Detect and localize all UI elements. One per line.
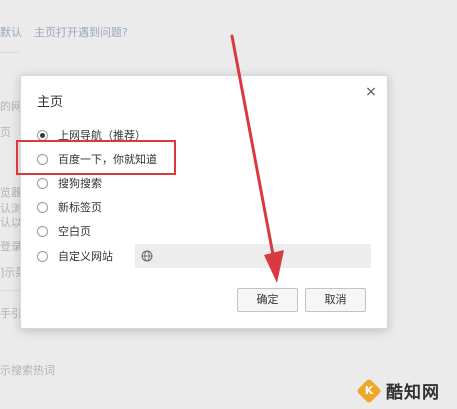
watermark-logo-icon: K <box>356 377 382 404</box>
watermark-text: 酷知网 <box>386 383 440 403</box>
red-arrow-icon <box>230 34 284 283</box>
watermark: K 酷知网 <box>356 377 440 404</box>
